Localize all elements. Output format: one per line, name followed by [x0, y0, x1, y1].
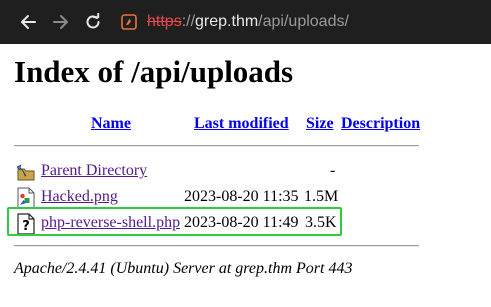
url-separator: ://	[181, 13, 196, 30]
server-signature: Apache/2.4.41 (Ubuntu) Server at grep.th…	[14, 260, 353, 277]
hacked-png-link[interactable]: Hacked.png	[41, 187, 118, 207]
unknown-file-icon: ?	[17, 213, 35, 235]
last-modified-date: 2023-08-20 11:49	[184, 214, 299, 231]
back-button[interactable]	[16, 10, 40, 34]
column-header-name[interactable]: Name	[91, 114, 131, 134]
address-bar[interactable]: https://grep.thm/api/uploads/	[113, 6, 491, 38]
file-size: 3.5K	[305, 214, 337, 231]
url-scheme: https	[147, 13, 182, 30]
last-modified-date: 2023-08-20 11:35	[184, 188, 299, 205]
divider-top	[14, 145, 419, 147]
forward-button[interactable]	[49, 10, 73, 34]
browser-toolbar: https://grep.thm/api/uploads/	[0, 0, 491, 44]
page-content: Index of /api/uploads Name Last modified…	[0, 44, 491, 307]
url-path: /api/uploads/	[258, 13, 349, 30]
parent-directory-link[interactable]: Parent Directory	[41, 161, 147, 181]
file-size: 1.5M	[304, 188, 339, 205]
page-title: Index of /api/uploads	[14, 54, 294, 89]
reload-icon	[86, 13, 100, 29]
listing-row-hacked-png: Hacked.png 2023-08-20 11:35 1.5M	[16, 186, 356, 209]
column-header-size[interactable]: Size	[306, 114, 334, 134]
url-text[interactable]: https://grep.thm/api/uploads/	[147, 12, 349, 32]
listing-row-php-reverse-shell: ? php-reverse-shell.php 2023-08-20 11:49…	[16, 212, 356, 235]
svg-text:?: ?	[22, 219, 30, 234]
column-header-last-modified[interactable]: Last modified	[194, 114, 289, 134]
divider-bottom	[14, 245, 419, 247]
php-reverse-shell-link[interactable]: php-reverse-shell.php	[41, 213, 180, 233]
parent-directory-icon	[16, 164, 35, 181]
forward-arrow-icon	[53, 15, 68, 29]
url-host: grep.thm	[195, 13, 259, 30]
image-file-icon	[17, 187, 35, 209]
file-size: -	[330, 162, 336, 179]
column-header-description[interactable]: Description	[341, 114, 420, 134]
reload-button[interactable]	[81, 10, 105, 34]
insecure-site-icon[interactable]	[121, 14, 137, 30]
back-arrow-icon	[21, 15, 36, 29]
listing-row-parent-directory: Parent Directory -	[16, 160, 356, 182]
